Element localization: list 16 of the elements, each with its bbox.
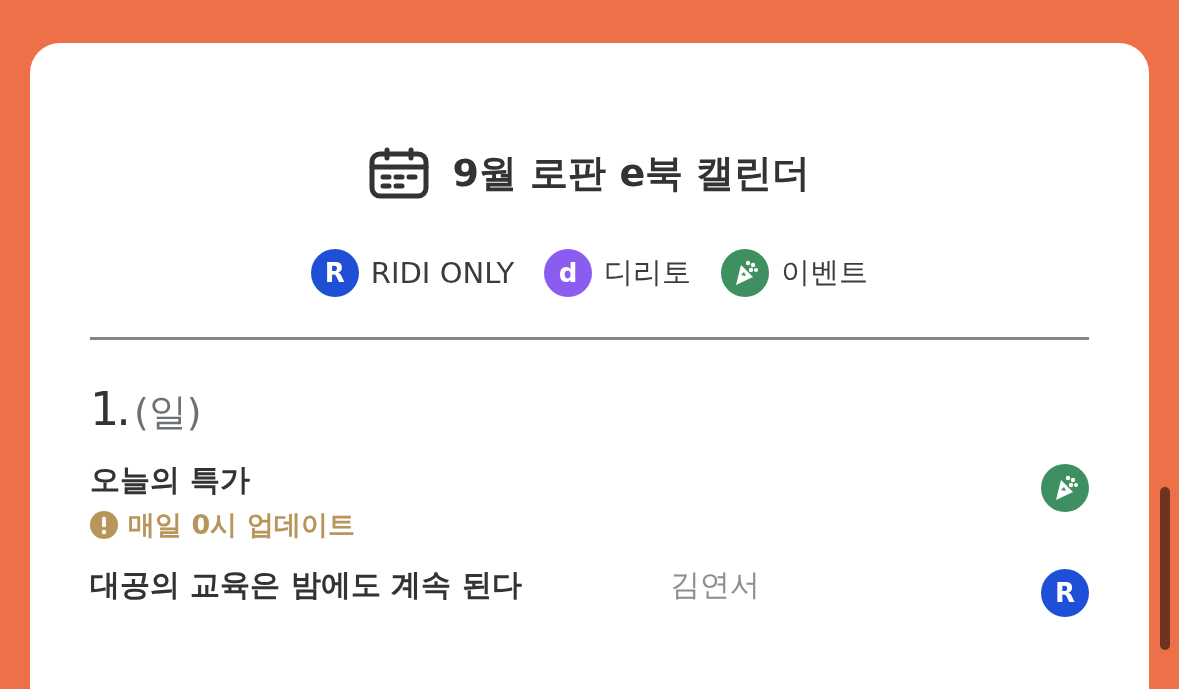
legend-label: 디리토: [604, 254, 692, 291]
legend-label: RIDI ONLY: [370, 256, 515, 290]
day-number: 1.: [90, 382, 128, 436]
weekday-label: (일): [133, 389, 202, 436]
r-badge-icon: R: [1041, 569, 1089, 617]
author-name: 김연서: [670, 566, 760, 604]
d-badge-icon: d: [544, 249, 593, 297]
r-badge-icon: R: [310, 249, 359, 297]
update-note: 매일 0시 업데이트: [128, 508, 355, 542]
scrollbar-thumb[interactable]: [1160, 487, 1170, 650]
alert-icon: [90, 511, 118, 539]
legend-label: 이벤트: [781, 254, 869, 291]
calendar-title: 9월 로판 e북 캘린더: [452, 150, 811, 197]
book-title: 대공의 교육은 밤에도 계속 된다: [90, 566, 523, 604]
calendar-icon: [368, 147, 429, 199]
book-title: 오늘의 특가: [90, 461, 252, 499]
